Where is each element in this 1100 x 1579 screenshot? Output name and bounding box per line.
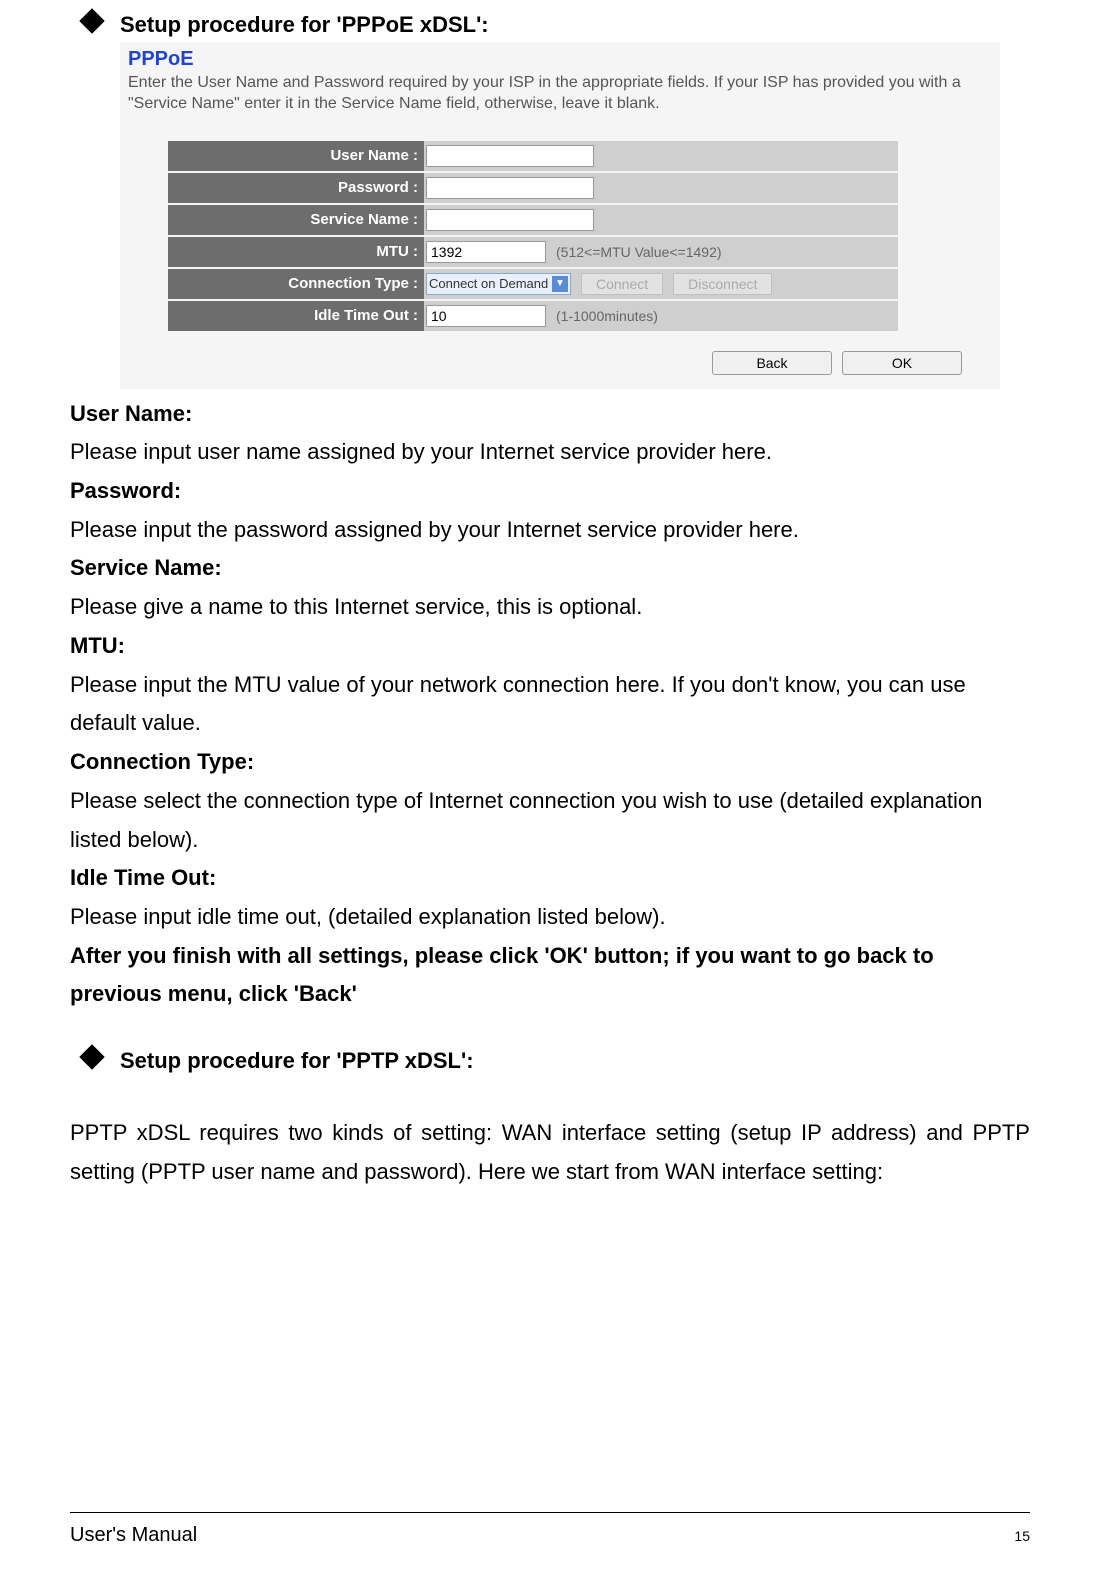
pptp-paragraph: PPTP xDSL requires two kinds of setting:… xyxy=(70,1114,1030,1191)
label-idle: Idle Time Out : xyxy=(168,301,424,331)
desc-password: Please input the password assigned by yo… xyxy=(70,511,1030,550)
ok-button[interactable]: OK xyxy=(842,351,962,375)
row-conn: Connection Type : Connect on Demand ▼ Co… xyxy=(168,269,898,299)
diamond-icon xyxy=(82,1051,102,1071)
heading-text-pptp: Setup procedure for 'PPTP xDSL': xyxy=(120,1048,474,1074)
label-conn: Connection Type : xyxy=(168,269,424,299)
input-username[interactable] xyxy=(426,145,594,167)
pppoe-title: PPPoE xyxy=(128,48,992,71)
label-username: User Name : xyxy=(168,141,424,171)
label-service: Service Name : xyxy=(168,205,424,235)
diamond-icon xyxy=(82,15,102,35)
heading-text: Setup procedure for 'PPPoE xDSL': xyxy=(120,12,489,38)
footer-left: User's Manual xyxy=(70,1524,197,1547)
row-idle: Idle Time Out : (1-1000minutes) xyxy=(168,301,898,331)
connect-button[interactable]: Connect xyxy=(581,273,663,295)
hint-idle: (1-1000minutes) xyxy=(556,308,658,324)
pppoe-form: User Name : Password : Service Name : MT… xyxy=(168,141,898,331)
footer: User's Manual 15 xyxy=(70,1524,1030,1547)
term-password: Password: xyxy=(70,472,1030,511)
desc-idle: Please input idle time out, (detailed ex… xyxy=(70,898,1030,937)
heading-pppoe: Setup procedure for 'PPPoE xDSL': xyxy=(70,12,1030,38)
chevron-down-icon: ▼ xyxy=(552,276,568,292)
term-service: Service Name: xyxy=(70,549,1030,588)
dialog-buttons: Back OK xyxy=(128,351,962,375)
input-idle[interactable] xyxy=(426,305,546,327)
final-note: After you finish with all settings, plea… xyxy=(70,937,1030,1014)
pppoe-description: Enter the User Name and Password require… xyxy=(128,73,992,115)
row-username: User Name : xyxy=(168,141,898,171)
row-service: Service Name : xyxy=(168,205,898,235)
input-password[interactable] xyxy=(426,177,594,199)
input-service[interactable] xyxy=(426,209,594,231)
desc-service: Please give a name to this Internet serv… xyxy=(70,588,1030,627)
heading-pptp: Setup procedure for 'PPTP xDSL': xyxy=(70,1048,1030,1074)
disconnect-button[interactable]: Disconnect xyxy=(673,273,772,295)
back-button[interactable]: Back xyxy=(712,351,832,375)
term-idle: Idle Time Out: xyxy=(70,859,1030,898)
term-mtu: MTU: xyxy=(70,627,1030,666)
footer-divider xyxy=(70,1512,1030,1513)
page-number: 15 xyxy=(1014,1524,1030,1547)
label-mtu: MTU : xyxy=(168,237,424,267)
hint-mtu: (512<=MTU Value<=1492) xyxy=(556,244,722,260)
row-mtu: MTU : (512<=MTU Value<=1492) xyxy=(168,237,898,267)
pppoe-screenshot: PPPoE Enter the User Name and Password r… xyxy=(120,42,1000,389)
select-connection-type[interactable]: Connect on Demand ▼ xyxy=(426,273,571,295)
row-password: Password : xyxy=(168,173,898,203)
desc-mtu: Please input the MTU value of your netwo… xyxy=(70,666,1030,743)
definitions: User Name: Please input user name assign… xyxy=(70,395,1030,1015)
label-password: Password : xyxy=(168,173,424,203)
term-username: User Name: xyxy=(70,395,1030,434)
select-value: Connect on Demand xyxy=(429,276,548,291)
desc-username: Please input user name assigned by your … xyxy=(70,433,1030,472)
desc-conn: Please select the connection type of Int… xyxy=(70,782,1030,859)
term-conn: Connection Type: xyxy=(70,743,1030,782)
input-mtu[interactable] xyxy=(426,241,546,263)
